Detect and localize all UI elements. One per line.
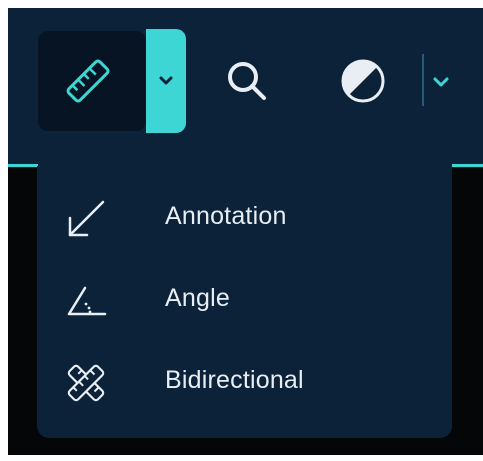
toolbar-divider [422, 54, 424, 106]
chevron-down-icon [433, 77, 449, 87]
contrast-icon [341, 59, 385, 103]
zoom-tool-button[interactable] [218, 52, 276, 110]
menu-item-angle[interactable]: Angle [37, 260, 452, 340]
screenshot-frame: Annotation Angle Bidirectional [0, 0, 483, 461]
menu-item-label: Annotation [165, 202, 287, 230]
ruler-icon [66, 59, 110, 103]
bidirectional-icon [67, 364, 105, 402]
menu-item-label: Bidirectional [165, 366, 304, 394]
toolbar-accent-line-left [8, 164, 38, 167]
measurement-tool-button[interactable] [38, 31, 146, 131]
angle-icon [67, 286, 107, 316]
contrast-tool-button[interactable] [334, 52, 392, 110]
measurement-tools-menu: Annotation Angle Bidirectional [37, 166, 452, 438]
search-icon [228, 62, 266, 100]
measurement-dropdown-toggle[interactable] [146, 29, 186, 133]
menu-item-bidirectional[interactable]: Bidirectional [37, 342, 452, 422]
contrast-dropdown-toggle[interactable] [430, 72, 452, 97]
menu-item-annotation[interactable]: Annotation [37, 178, 452, 258]
arrow-annotation-icon [68, 200, 105, 237]
chevron-down-icon [159, 76, 173, 85]
toolbar-accent-line-right [452, 164, 483, 167]
menu-item-label: Angle [165, 284, 230, 312]
